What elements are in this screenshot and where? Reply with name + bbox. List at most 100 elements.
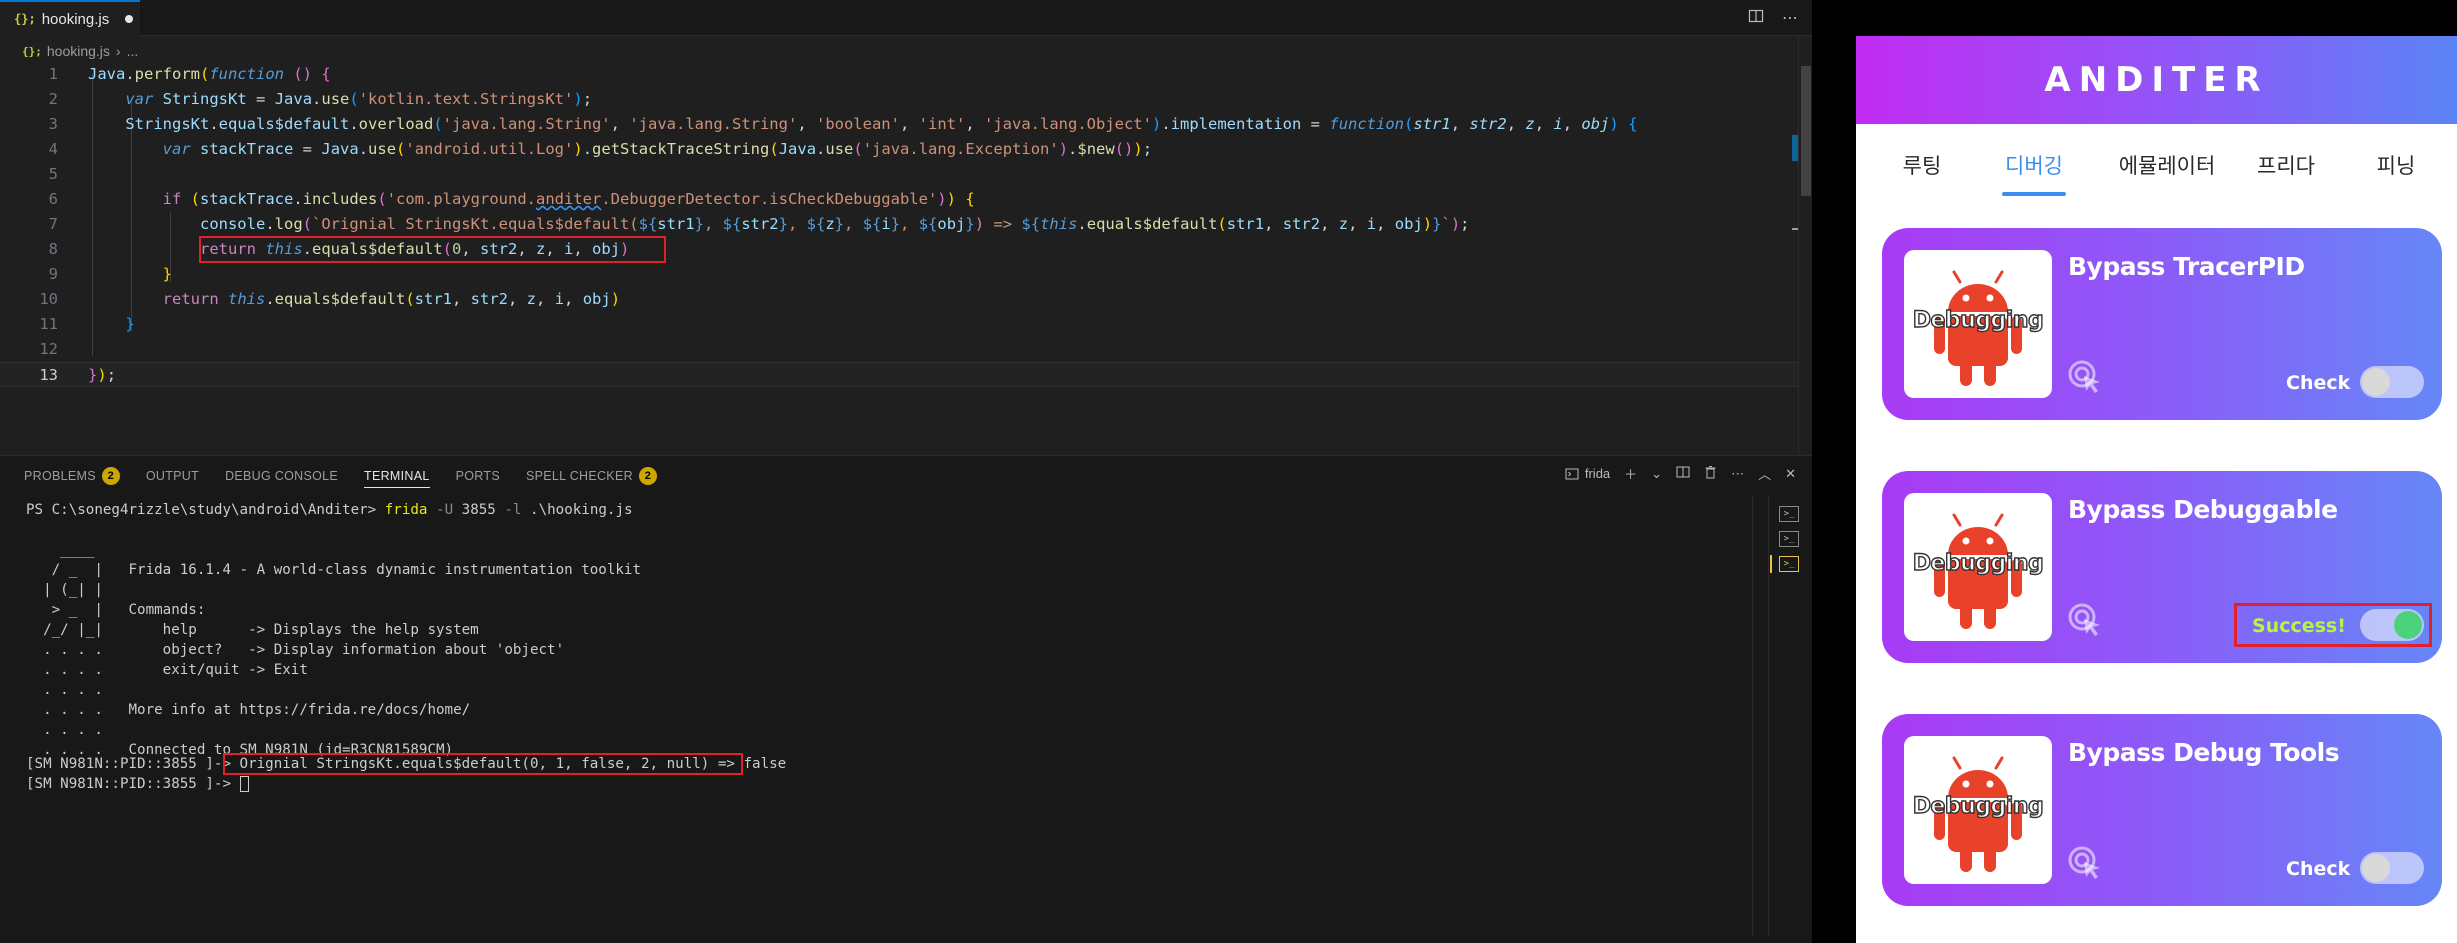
command-flag: -U	[436, 502, 454, 518]
terminal-scrollbar[interactable]	[1752, 496, 1762, 936]
code-editor[interactable]: 1 Java.perform(function () { 2 var String…	[0, 62, 1812, 452]
code-line: 4 var stackTrace = Java.use('android.uti…	[0, 137, 1812, 162]
breadcrumb: {}; hooking.js › ...	[22, 40, 138, 62]
tab-spell-checker[interactable]: SPELL CHECKER 2	[526, 464, 657, 488]
banner-line: | (_| |	[26, 582, 103, 598]
panel-actions: frida ＋ ⌄ ⋯ ︿ ✕	[1565, 464, 1796, 483]
new-terminal-icon[interactable]: ＋	[1624, 464, 1637, 483]
line-number: 4	[48, 140, 58, 158]
image-label: Debugging	[1912, 307, 2044, 333]
tab-rooting[interactable]: 루팅	[1892, 150, 1952, 180]
tab-problems[interactable]: PROBLEMS 2	[24, 464, 120, 488]
terminal-instance-icon[interactable]: >_	[1779, 531, 1799, 547]
code-line: 10 return this.equals$default(str1, str2…	[0, 287, 1812, 312]
split-terminal-icon[interactable]	[1676, 465, 1690, 482]
terminal-list: >_ >_ >_	[1768, 496, 1812, 936]
command-name: frida	[384, 502, 428, 518]
code-line: 7 console.log(`Orignial StringsKt.equals…	[0, 212, 1812, 237]
banner-line: / _ | Frida 16.1.4 - A world-class dynam…	[26, 562, 641, 578]
debugging-image: Debugging	[1904, 250, 2052, 398]
category-tabs: 루팅 디버깅 에뮬레이터 프리다 피닝	[1856, 124, 2457, 216]
spell-checker-count-badge: 2	[638, 467, 657, 485]
bypass-toggle[interactable]	[2360, 852, 2424, 884]
bypass-card[interactable]: Debugging Bypass Debuggable Success!	[1882, 471, 2442, 663]
active-tab-indicator	[2002, 192, 2066, 196]
highlight-box-success	[2234, 603, 2432, 647]
status-label: Check	[2286, 858, 2351, 880]
tab-ports[interactable]: PORTS	[456, 464, 500, 488]
breadcrumb-file[interactable]: hooking.js	[47, 43, 110, 59]
js-file-icon: {};	[22, 44, 42, 58]
highlight-box-return	[199, 236, 666, 263]
editor-tab-hooking-js[interactable]: {}; hooking.js	[0, 0, 140, 36]
tab-output[interactable]: OUTPUT	[146, 464, 199, 488]
code-line: 1 Java.perform(function () {	[0, 62, 1812, 87]
js-file-icon: {};	[14, 12, 36, 26]
toggle-knob	[2362, 368, 2390, 396]
line-number: 6	[48, 190, 58, 208]
terminal-selector[interactable]: frida	[1565, 466, 1610, 481]
code-line: 11 }	[0, 312, 1812, 337]
tab-label: SPELL CHECKER	[525, 469, 633, 483]
tab-label: TERMINAL	[364, 468, 430, 483]
bypass-toggle[interactable]	[2360, 366, 2424, 398]
breadcrumb-more[interactable]: ...	[127, 43, 139, 59]
bypass-card[interactable]: Debugging Bypass Debug Tools Check	[1882, 714, 2442, 906]
tap-icon	[2068, 846, 2100, 879]
card-title: Bypass Debug Tools	[2068, 738, 2340, 767]
chevron-down-icon[interactable]: ⌄	[1651, 466, 1662, 482]
highlight-box-output	[223, 753, 743, 775]
line-number: 12	[39, 340, 58, 358]
code-line: 3 StringsKt.equals$default.overload('jav…	[0, 112, 1812, 137]
banner-line: . . . .	[26, 722, 103, 738]
card-title: Bypass Debuggable	[2068, 495, 2338, 524]
banner-line: ____	[26, 542, 95, 558]
terminal-name: frida	[1584, 466, 1611, 481]
banner-line: /_/ |_| help -> Displays the help system	[26, 622, 479, 638]
line-number: 7	[48, 215, 58, 233]
image-label: Debugging	[1912, 550, 2044, 576]
unsaved-dot-icon[interactable]	[125, 15, 134, 23]
tab-frida[interactable]: 프리다	[2236, 150, 2336, 180]
android-app-screen: ANDITER 루팅 디버깅 에뮬레이터 프리다 피닝 Debugging By…	[1856, 36, 2457, 943]
tab-label: PROBLEMS	[24, 469, 96, 483]
tab-debugging[interactable]: 디버깅	[1994, 150, 2074, 180]
line-number: 3	[48, 115, 58, 133]
command-arg: .\hooking.js	[530, 502, 633, 518]
editor-actions: ⋯	[1748, 8, 1798, 28]
app-header: ANDITER	[1856, 36, 2457, 124]
bypass-card[interactable]: Debugging Bypass TracerPID Check	[1882, 228, 2442, 420]
line-number: 8	[48, 240, 58, 258]
tab-terminal[interactable]: TERMINAL	[364, 464, 430, 488]
tab-emulator[interactable]: 에뮬레이터	[2102, 150, 2232, 180]
editor-scrollbar[interactable]	[1798, 36, 1812, 456]
debugging-image: Debugging	[1904, 493, 2052, 641]
code-line: 9 }	[0, 262, 1812, 287]
terminal-instance-icon-active[interactable]: >_	[1770, 555, 1799, 573]
more-actions-icon[interactable]: ⋯	[1731, 466, 1744, 482]
close-icon[interactable]: ✕	[1785, 466, 1796, 482]
chevron-up-icon[interactable]: ︿	[1758, 464, 1771, 483]
window-divider	[1812, 0, 1856, 943]
terminal-icon	[1565, 468, 1579, 479]
scrollbar-thumb[interactable]	[1801, 66, 1811, 196]
chevron-right-icon: ›	[115, 43, 121, 59]
line-number: 11	[39, 315, 58, 333]
more-actions-icon[interactable]: ⋯	[1782, 8, 1798, 28]
terminal-instance-icon[interactable]: >_	[1779, 506, 1799, 522]
banner-line: . . . .	[26, 682, 103, 698]
tab-debug-console[interactable]: DEBUG CONSOLE	[225, 464, 338, 488]
panel-tabs: PROBLEMS 2 OUTPUT DEBUG CONSOLE TERMINAL …	[24, 464, 657, 488]
code-line: 12	[0, 337, 1812, 362]
image-label: Debugging	[1912, 793, 2044, 819]
tab-pinning[interactable]: 피닝	[2356, 150, 2436, 180]
terminal-input-line[interactable]: [SM N981N::PID::3855 ]->	[26, 774, 249, 794]
bottom-panel: PROBLEMS 2 OUTPUT DEBUG CONSOLE TERMINAL …	[0, 455, 1812, 943]
split-editor-icon[interactable]	[1748, 8, 1764, 28]
banner-line: . . . . object? -> Display information a…	[26, 642, 565, 658]
line-number: 13	[39, 366, 58, 384]
trash-icon[interactable]	[1704, 465, 1717, 482]
debugging-image: Debugging	[1904, 736, 2052, 884]
line-number: 5	[48, 165, 58, 183]
terminal-output[interactable]: PS C:\soneg4rizzle\study\android\Anditer…	[0, 500, 1750, 940]
